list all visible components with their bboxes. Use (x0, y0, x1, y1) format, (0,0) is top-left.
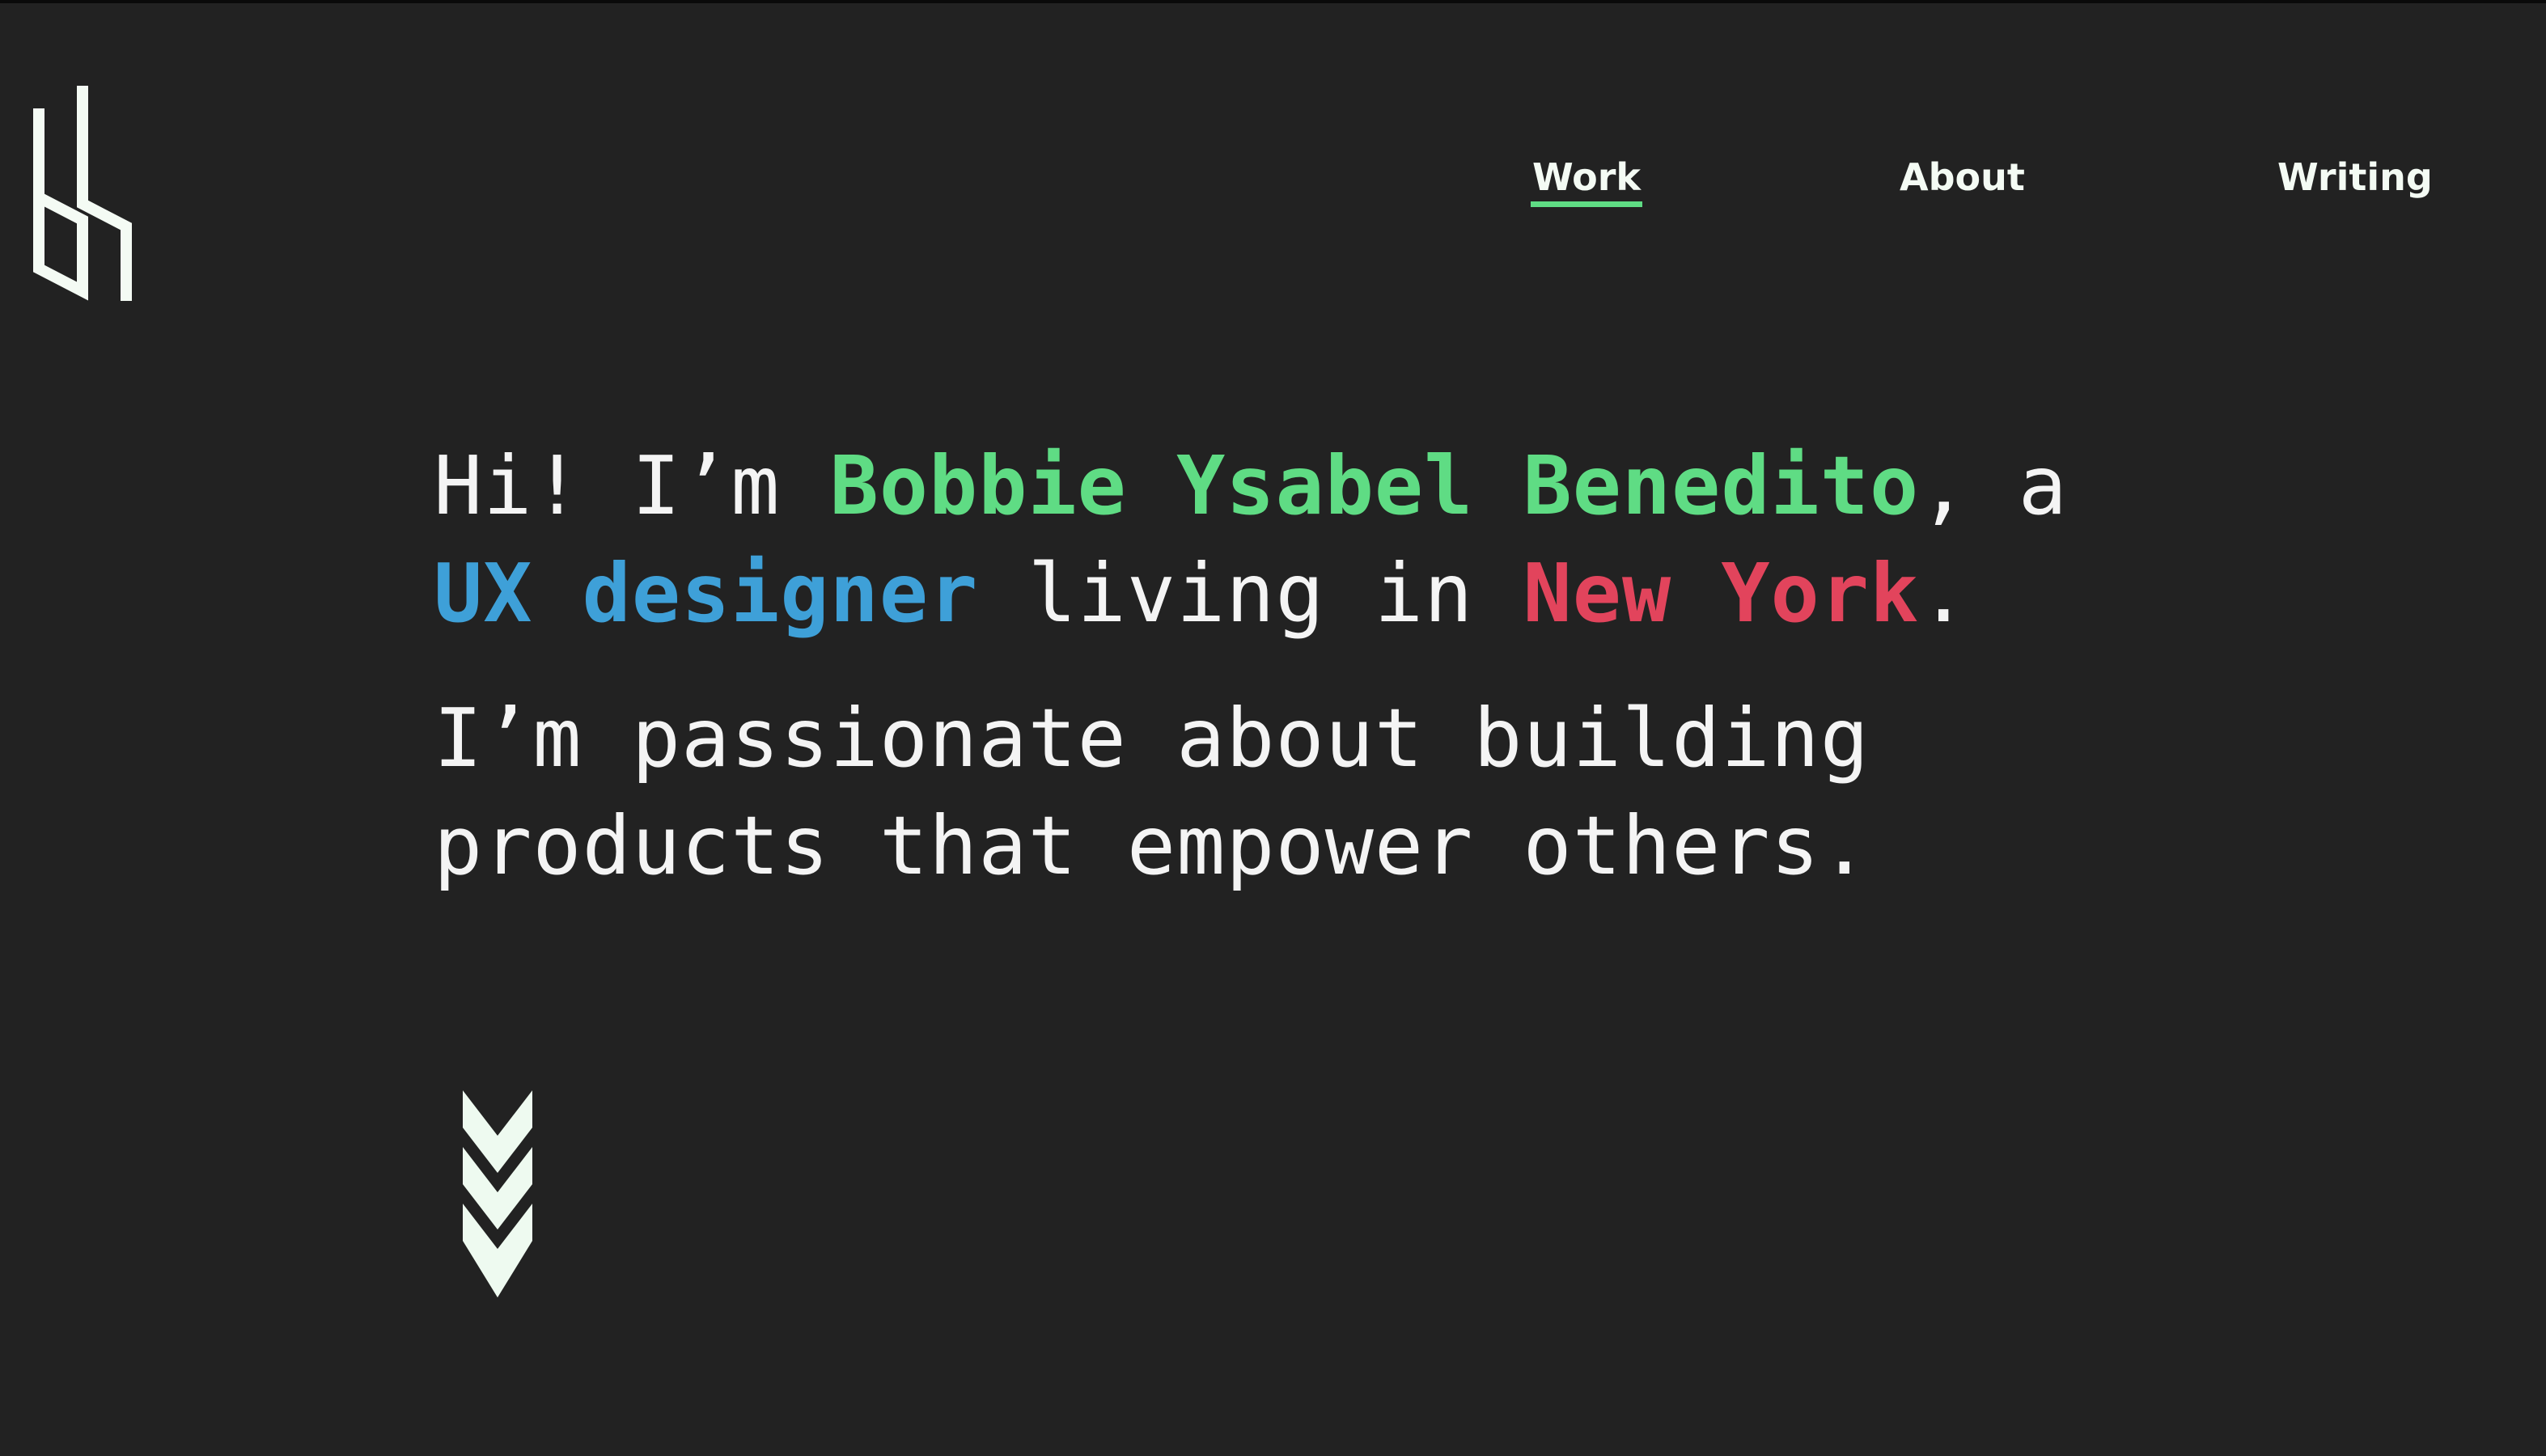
designer-city: New York (1523, 546, 1920, 641)
intro-greeting: Hi! I’m (434, 438, 830, 533)
nav-writing-link[interactable]: Writing (2277, 149, 2433, 205)
tagline-line-1: I’m passionate about building (434, 691, 1870, 785)
designer-role: UX designer (434, 546, 979, 641)
portfolio-landing-page: Work About Writing Hi! I’m Bobbie Ysabel… (0, 0, 2546, 1456)
intro-line-1-suffix: , a (1919, 438, 2068, 533)
tagline-line-2: products that empower others. (434, 798, 1870, 893)
scroll-down-chevrons (463, 1090, 532, 1297)
intro-line-2-end: . (1919, 546, 1969, 641)
intro-line-2: UX designer living in New York. (434, 540, 2133, 647)
intro-line-1: Hi! I’m Bobbie Ysabel Benedito, a (434, 432, 2133, 540)
intro-line-2-middle: living in (978, 546, 1523, 641)
top-navigation: Work About Writing (0, 149, 2546, 214)
hero-intro: Hi! I’m Bobbie Ysabel Benedito, a UX des… (434, 432, 2133, 899)
triple-chevron-down-icon[interactable] (463, 1090, 532, 1297)
nav-work-link[interactable]: Work (1531, 149, 1642, 207)
nav-about-link[interactable]: About (1900, 149, 2025, 205)
designer-name: Bobbie Ysabel Benedito (829, 438, 1920, 533)
